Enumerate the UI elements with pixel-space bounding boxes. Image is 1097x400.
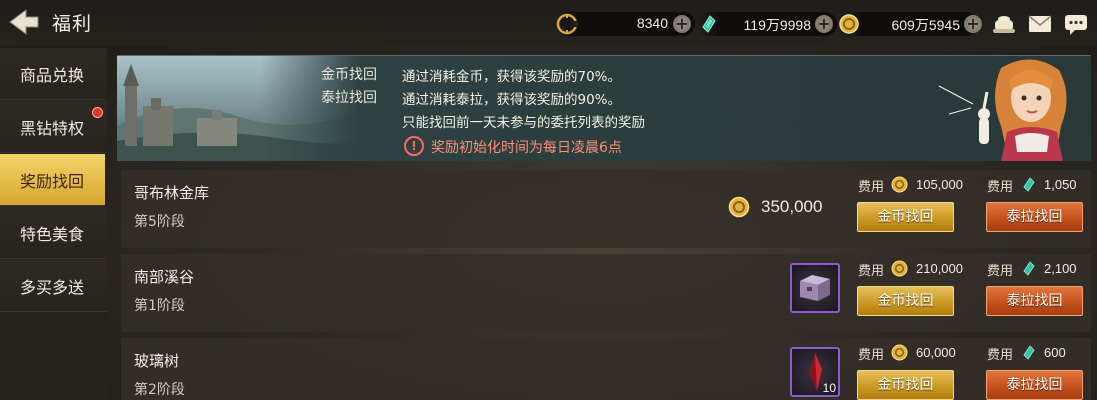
tera-cost: 1,050 [1044,177,1077,192]
c-token-icon [556,13,578,35]
gold-coin-icon [891,344,908,361]
sidebar-item-label: 黑钻特权 [20,118,85,138]
item-count: 10 [822,381,836,395]
banner-label-gold: 金币找回 [321,67,377,83]
info-banner: 金币找回 通过消耗金币，获得该奖励的70%。 泰拉找回 通过消耗泰拉，获得该奖励… [117,55,1091,161]
tera-cost: 2,100 [1044,261,1077,276]
gold-coin-icon [891,176,908,193]
fee-label: 费用 [858,348,885,363]
gold-recover-button[interactable]: 金币找回 [857,286,954,316]
green-gem-icon [1023,177,1035,192]
gold-coin-icon [839,14,859,34]
sidebar-item-buy-more[interactable]: 多买多送 [0,260,107,312]
row-title: 哥布林金库 [134,184,210,202]
sidebar-item-special-food[interactable]: 特色美食 [0,207,107,259]
pot-icon[interactable] [990,11,1018,37]
gold-cost: 60,000 [916,345,956,360]
tera-cost: 600 [1044,345,1066,360]
sidebar-item-black-diamond[interactable]: 黑钻特权 [0,101,107,153]
back-arrow-icon[interactable] [4,7,42,37]
sidebar-item-label: 奖励找回 [20,171,85,191]
add-gold-button[interactable]: + [964,15,982,33]
gold-recover-button[interactable]: 金币找回 [857,370,954,400]
gold-cost: 105,000 [916,177,963,192]
page-title: 福利 [52,13,93,35]
tera-recover-button[interactable]: 泰拉找回 [986,286,1083,316]
notification-dot [92,107,103,118]
row-title: 玻璃树 [134,352,180,370]
row-title: 南部溪谷 [134,268,195,286]
tera-recover-button[interactable]: 泰拉找回 [986,202,1083,232]
reward-item-slot[interactable]: 10 [790,347,840,397]
green-gem-icon [1023,345,1035,360]
tera-recover-button[interactable]: 泰拉找回 [986,370,1083,400]
mail-icon[interactable] [1026,11,1054,37]
sidebar-item-reward-recovery[interactable]: 奖励找回 [0,154,105,206]
fee-label: 费用 [858,180,885,195]
gold-coin-icon [728,196,750,218]
top-bar: 福利 8340 + 119万9998 + 609万5945 + [0,0,1097,46]
recovery-row: 哥布林金库 第5阶段 350,000 费用 105,000 金币找回 费用 1,… [121,170,1091,248]
fee-label: 费用 [987,264,1014,279]
sidebar-item-label: 特色美食 [20,224,85,244]
row-stage: 第5阶段 [134,214,185,230]
add-c-token-button[interactable]: + [673,15,691,33]
fee-label: 费用 [987,348,1014,363]
reward-amount: 350,000 [761,197,823,216]
chest-icon [800,275,830,301]
sidebar-item-label: 商品兑换 [20,65,85,85]
gold-cost: 210,000 [916,261,963,276]
sidebar: 商品兑换 黑钻特权 奖励找回 特色美食 多买多送 [0,48,107,400]
gold-coin-icon [891,260,908,277]
warning-icon: ! [404,136,424,156]
warning-text: 奖励初始化时间为每日凌晨6点 [431,140,622,156]
reward-item-slot[interactable] [790,263,840,313]
recovery-row: 玻璃树 第2阶段 10 费用 60,000 金币找回 费用 600 泰拉找回 [121,338,1091,400]
banner-note: 只能找回前一天未参与的委托列表的奖励 [402,115,645,131]
fee-label: 费用 [858,264,885,279]
chat-icon[interactable] [1062,11,1090,37]
sidebar-item-shop-exchange[interactable]: 商品兑换 [0,48,107,100]
green-gem-icon [1023,261,1035,276]
gold-recover-button[interactable]: 金币找回 [857,202,954,232]
row-stage: 第1阶段 [134,298,185,314]
currency-value: 119万9998 [743,17,811,33]
character-portrait-image [938,59,1067,161]
currency-value: 609万5945 [891,17,960,33]
sidebar-item-label: 多买多送 [20,277,85,297]
row-stage: 第2阶段 [134,382,185,398]
green-gem-icon [702,15,716,33]
add-gem-button[interactable]: + [815,15,833,33]
currency-value: 8340 [636,15,668,31]
banner-desc-tera: 通过消耗泰拉，获得该奖励的90%。 [402,92,622,108]
banner-desc-gold: 通过消耗金币，获得该奖励的70%。 [402,69,622,85]
banner-label-tera: 泰拉找回 [321,90,377,106]
recovery-row: 南部溪谷 第1阶段 费用 210,000 金币找回 费用 2,100 泰拉找回 [121,254,1091,332]
fee-label: 费用 [987,180,1014,195]
